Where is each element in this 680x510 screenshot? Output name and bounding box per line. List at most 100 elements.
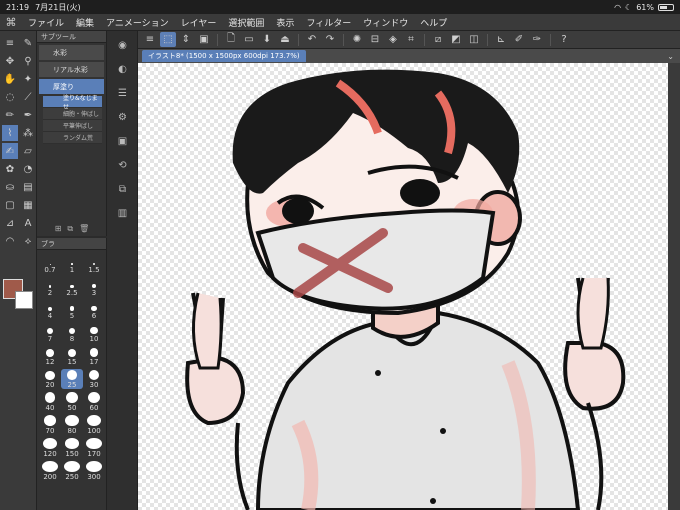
trash-icon[interactable]: 🗑	[79, 224, 89, 234]
brush-size-option[interactable]: 2.5	[61, 277, 83, 297]
brush-size-option[interactable]: 120	[39, 438, 61, 458]
menu-file[interactable]: ファイル	[22, 16, 70, 29]
brush-size-option[interactable]: 40	[39, 392, 61, 412]
brush-size-option[interactable]: 1	[61, 254, 83, 274]
brush-size-option[interactable]: 5	[61, 300, 83, 320]
menu-icon[interactable]: ≡	[142, 32, 158, 47]
subtool-watercolor[interactable]: 水彩	[39, 45, 104, 60]
brush-tool-icon[interactable]: ⌇	[2, 125, 18, 141]
gallery-icon[interactable]: ▥	[107, 203, 138, 223]
brush-size-option[interactable]: 0.7	[39, 254, 61, 274]
invert-icon[interactable]: ◫	[466, 32, 482, 47]
brush-size-option[interactable]: 7	[39, 323, 61, 343]
color-swatches[interactable]	[3, 279, 33, 309]
transform-icon[interactable]: ⧄	[430, 32, 446, 47]
brush-size-option[interactable]: 4	[39, 300, 61, 320]
ruler-icon[interactable]: ⊾	[493, 32, 509, 47]
brush-item[interactable]: 平筆伸ばし	[43, 120, 102, 132]
zoom-tool-icon[interactable]: ⚲	[20, 53, 36, 69]
app-logo-icon[interactable]: ⌘	[0, 14, 22, 31]
menu-selection[interactable]: 選択範囲	[222, 16, 270, 29]
brush-size-option[interactable]: 1.5	[83, 254, 105, 274]
material-icon[interactable]: ▣	[107, 131, 138, 151]
chevron-icon[interactable]: ⇕	[178, 32, 194, 47]
snapshot-icon[interactable]: ▣	[196, 32, 212, 47]
decoration-tool-icon[interactable]: ✿	[2, 161, 18, 177]
properties-icon[interactable]: ⚙	[107, 107, 138, 127]
copy-icon[interactable]: ⧉	[67, 224, 73, 234]
brush-size-option[interactable]: 8	[61, 323, 83, 343]
brush-size-option[interactable]: 70	[39, 415, 61, 435]
chevron-down-icon[interactable]: ⌄	[667, 52, 674, 61]
brush-size-option[interactable]: 150	[61, 438, 83, 458]
brush-size-option[interactable]: 30	[83, 369, 105, 389]
brush-size-option[interactable]: 17	[83, 346, 105, 366]
brush-size-option[interactable]: 15	[61, 346, 83, 366]
layer-stack-icon[interactable]: ⧉	[107, 179, 138, 199]
hand-tool-icon[interactable]: ✋	[2, 71, 18, 87]
menu-window[interactable]: ウィンドウ	[357, 16, 414, 29]
brush-size-option[interactable]: 100	[83, 415, 105, 435]
fill-bucket-icon[interactable]: ⛀	[2, 179, 18, 195]
select-icon[interactable]: ⬚	[160, 32, 176, 47]
eraser-tool-icon[interactable]: ▱	[20, 143, 36, 159]
menu-view[interactable]: 表示	[270, 16, 300, 29]
fill-icon[interactable]: ◈	[385, 32, 401, 47]
loading-icon[interactable]: ✺	[349, 32, 365, 47]
history-icon[interactable]: ⟲	[107, 155, 138, 175]
menu-help[interactable]: ヘルプ	[414, 16, 453, 29]
pencil-tool-icon[interactable]: ✏	[2, 107, 18, 123]
brush-item[interactable]: ランダム荒	[43, 132, 102, 144]
add-icon[interactable]: ⊞	[55, 224, 62, 234]
vertical-scrollbar[interactable]	[668, 63, 680, 510]
brush-settings-icon[interactable]: ✐	[511, 32, 527, 47]
redo-icon[interactable]: ↷	[322, 32, 338, 47]
canvas-tab[interactable]: イラスト8* (1500 x 1500px 600dpi 173.7%)	[142, 50, 306, 62]
menu-layer[interactable]: レイヤー	[175, 16, 223, 29]
paint-brush-icon[interactable]: ✍	[2, 143, 18, 159]
menu-filter[interactable]: フィルター	[300, 16, 357, 29]
blend-tool-icon[interactable]: ◔	[20, 161, 36, 177]
brush-size-option[interactable]: 250	[61, 461, 83, 481]
move-tool-icon[interactable]: ✥	[2, 53, 18, 69]
correction-tool-icon[interactable]: ⟡	[20, 233, 36, 249]
pen-settings-icon[interactable]: ✑	[529, 32, 545, 47]
brush-size-option[interactable]: 300	[83, 461, 105, 481]
airbrush-tool-icon[interactable]: ⁂	[20, 125, 36, 141]
lasso-tool-icon[interactable]: ◌	[2, 89, 18, 105]
navigator-icon[interactable]: ◉	[107, 35, 138, 55]
subtool-thick-paint[interactable]: 厚塗り	[39, 79, 104, 94]
sub-color-swatch[interactable]	[15, 291, 33, 309]
color-wheel-icon[interactable]: ◐	[107, 59, 138, 79]
undo-icon[interactable]: ↶	[304, 32, 320, 47]
new-file-icon[interactable]: 🗋	[223, 32, 239, 47]
brush-item[interactable]: 細胞・伸ばし	[43, 108, 102, 120]
layers-icon[interactable]: ☰	[107, 83, 138, 103]
save-icon[interactable]: ⬇	[259, 32, 275, 47]
sparkle-tool-icon[interactable]: ✦	[20, 71, 36, 87]
gradient-tool-icon[interactable]: ▤	[20, 179, 36, 195]
eyedropper-tool-icon[interactable]: ⟋	[20, 89, 36, 105]
brush-size-option[interactable]: 12	[39, 346, 61, 366]
crop-icon[interactable]: ⌗	[403, 32, 419, 47]
pen-nib-tool-icon[interactable]: ✒	[20, 107, 36, 123]
menu-animation[interactable]: アニメーション	[100, 16, 175, 29]
help-icon[interactable]: ?	[556, 32, 572, 47]
menu-edit[interactable]: 編集	[70, 16, 100, 29]
drawing-canvas[interactable]	[138, 63, 668, 510]
brush-size-option[interactable]: 10	[83, 323, 105, 343]
menu-toggle-icon[interactable]: ≡	[2, 35, 18, 51]
brush-size-option[interactable]: 3	[83, 277, 105, 297]
clear-icon[interactable]: ⊟	[367, 32, 383, 47]
brush-size-option[interactable]: 170	[83, 438, 105, 458]
brush-size-option[interactable]: 60	[83, 392, 105, 412]
brush-item[interactable]: 塗り&なじませ	[43, 95, 102, 111]
brush-size-option[interactable]: 50	[61, 392, 83, 412]
balloon-tool-icon[interactable]: ◠	[2, 233, 18, 249]
brush-size-option[interactable]: 20	[39, 369, 61, 389]
export-icon[interactable]: ⏏	[277, 32, 293, 47]
brush-size-option[interactable]: 80	[61, 415, 83, 435]
frame-tool-icon[interactable]: ▦	[20, 197, 36, 213]
figure-tool-icon[interactable]: ▢	[2, 197, 18, 213]
brush-size-option[interactable]: 25	[61, 369, 83, 389]
